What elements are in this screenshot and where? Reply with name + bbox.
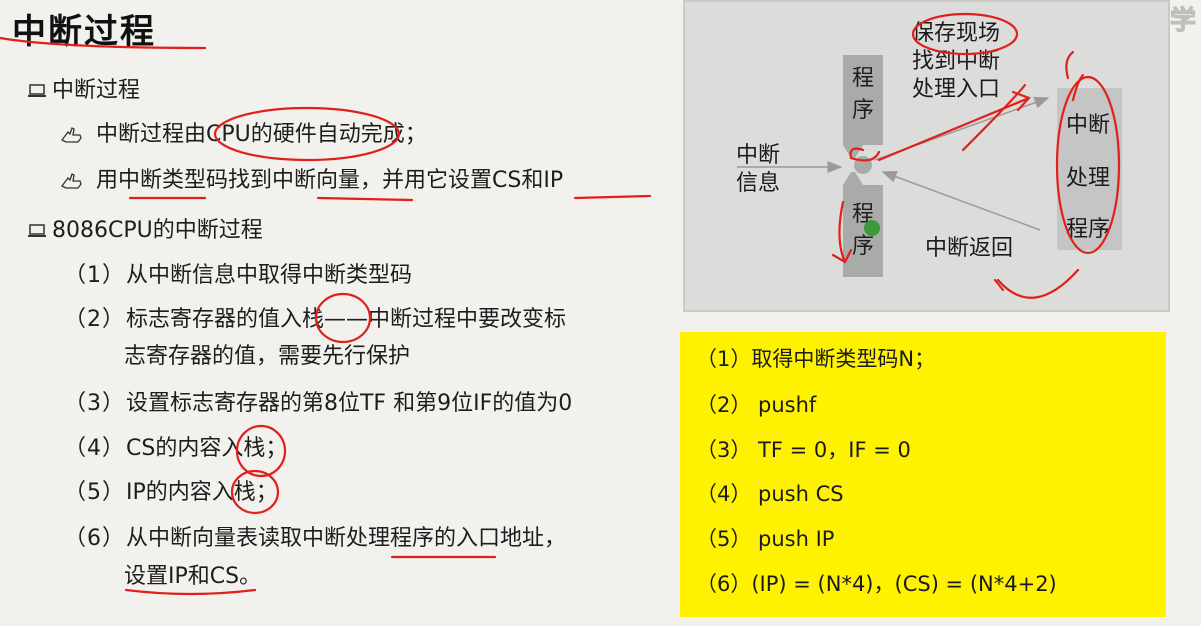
summary-line: （6）(IP) = (N*4)，(CS) = (N*4+2)	[696, 572, 1057, 596]
summary-line: （2） pushf	[696, 393, 817, 417]
diagram-arrows	[737, 12, 1121, 299]
summary-line: （3） TF = 0，IF = 0	[696, 438, 911, 462]
summary-line: （4） push CS	[696, 482, 844, 506]
handwritten-annotations	[0, 36, 652, 596]
summary-line: （5） push IP	[696, 527, 835, 551]
summary-line: （1）取得中断类型码N；	[696, 347, 936, 371]
